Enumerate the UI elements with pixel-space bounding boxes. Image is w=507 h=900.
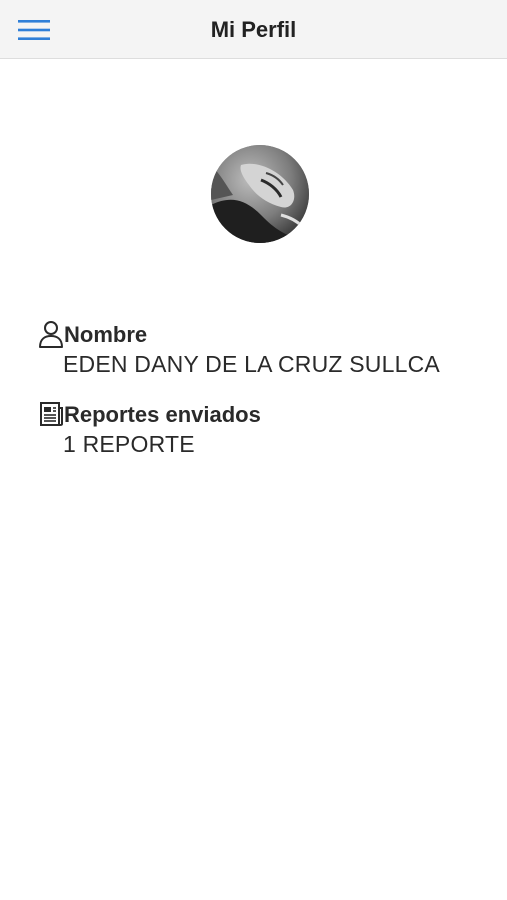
name-value: EDEN DANY DE LA CRUZ SULLCA xyxy=(63,351,440,377)
name-field: Nombre EDEN DANY DE LA CRUZ SULLCA xyxy=(38,318,478,378)
avatar[interactable] xyxy=(211,145,309,243)
reports-label: Reportes enviados xyxy=(64,402,261,427)
name-label: Nombre xyxy=(64,322,148,347)
profile-photo xyxy=(211,145,309,243)
menu-button[interactable] xyxy=(12,14,56,46)
newspaper-icon xyxy=(40,402,63,426)
reports-field: Reportes enviados 1 REPORTE xyxy=(38,398,478,458)
app-header: Mi Perfil xyxy=(0,0,507,59)
hamburger-menu-icon xyxy=(18,20,50,40)
user-icon xyxy=(39,321,63,348)
reports-value: 1 REPORTE xyxy=(63,431,195,457)
page-title: Mi Perfil xyxy=(210,17,297,42)
